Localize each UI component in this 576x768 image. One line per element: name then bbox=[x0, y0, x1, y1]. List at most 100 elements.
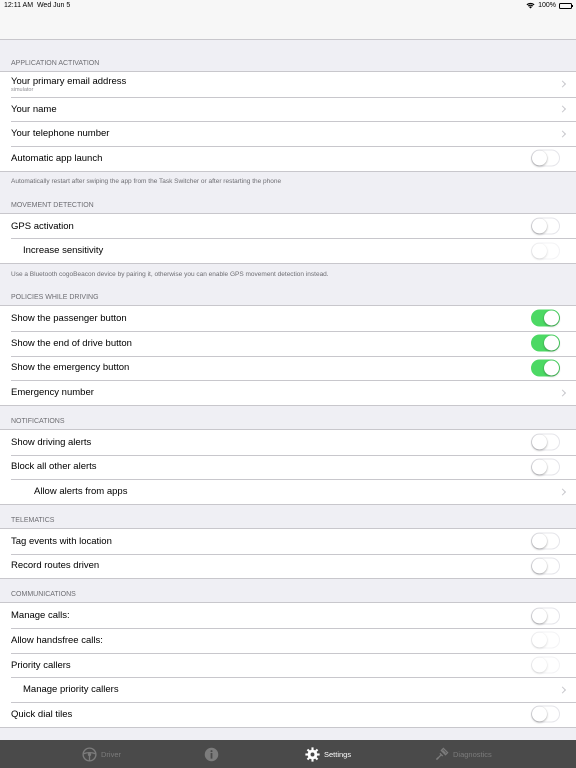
toggle-knob bbox=[532, 533, 547, 549]
row-label-wrap: Tag events with location bbox=[11, 536, 112, 547]
row-label: Block all other alerts bbox=[11, 461, 97, 473]
settings-row-your-name[interactable]: Your name bbox=[0, 96, 576, 122]
settings-row-priority-callers[interactable]: Priority callers bbox=[0, 652, 576, 678]
gear-icon bbox=[305, 746, 320, 762]
section-header: COMMUNICATIONS bbox=[11, 591, 76, 599]
toggle-knob bbox=[532, 657, 547, 673]
row-label: Show the emergency button bbox=[11, 362, 130, 374]
toggle-switch[interactable] bbox=[531, 631, 560, 649]
settings-list[interactable]: APPLICATION ACTIVATION Your primary email… bbox=[0, 40, 576, 740]
row-label: Your telephone number bbox=[11, 128, 110, 140]
toggle-knob bbox=[532, 706, 547, 722]
status-right: 100% bbox=[526, 2, 573, 9]
row-label-wrap: Block all other alerts bbox=[11, 461, 97, 472]
row-label-wrap: Record routes driven bbox=[11, 560, 99, 571]
section-header: MOVEMENT DETECTION bbox=[11, 201, 94, 209]
toggle-switch[interactable] bbox=[531, 433, 560, 451]
toggle-switch[interactable] bbox=[531, 309, 560, 327]
row-label: Emergency number bbox=[11, 387, 94, 399]
row-label: Show the end of drive button bbox=[11, 337, 132, 349]
settings-row-allow-handsfree-calls[interactable]: Allow handsfree calls: bbox=[0, 628, 576, 653]
row-label: Quick dial tiles bbox=[11, 708, 73, 720]
toggle-knob bbox=[544, 310, 559, 326]
settings-row-gps-activation[interactable]: GPS activation bbox=[0, 213, 576, 239]
toggle-switch[interactable] bbox=[531, 334, 560, 352]
settings-row-quick-dial-tiles[interactable]: Quick dial tiles bbox=[0, 702, 576, 727]
row-sublabel: simulator bbox=[11, 86, 34, 93]
tab-settings[interactable]: Settings bbox=[305, 740, 351, 768]
row-label-wrap: Show the passenger button bbox=[11, 313, 127, 324]
settings-row-automatic-app-launch[interactable]: Automatic app launch bbox=[0, 146, 576, 171]
row-label: Show the passenger button bbox=[11, 312, 127, 324]
section-header: TELEMATICS bbox=[11, 516, 55, 524]
toggle-switch[interactable] bbox=[531, 242, 560, 260]
toggle-switch[interactable] bbox=[531, 607, 560, 625]
tab-info[interactable] bbox=[204, 740, 219, 768]
toggle-switch[interactable] bbox=[531, 705, 560, 723]
settings-row-show-the-emergency-button[interactable]: Show the emergency button bbox=[0, 355, 576, 381]
settings-row-your-telephone-number[interactable]: Your telephone number bbox=[0, 121, 576, 147]
row-label: Increase sensitivity bbox=[23, 245, 104, 257]
toggle-knob bbox=[532, 558, 547, 574]
row-label-wrap: Show the end of drive button bbox=[11, 338, 132, 349]
settings-row-manage-calls[interactable]: Manage calls: bbox=[0, 603, 576, 628]
tab-diagnostics[interactable]: Diagnostics bbox=[435, 740, 492, 768]
settings-group: GPS activation Increase sensitivity bbox=[0, 212, 576, 265]
toggle-switch[interactable] bbox=[531, 359, 560, 377]
settings-group: Show the passenger button Show the end of… bbox=[0, 305, 576, 406]
row-label: Record routes driven bbox=[11, 560, 100, 572]
settings-group: Manage calls: Allow handsfree calls: Prior… bbox=[0, 602, 576, 728]
toggle-switch[interactable] bbox=[531, 532, 560, 550]
settings-row-manage-priority-callers[interactable]: Manage priority callers bbox=[0, 677, 576, 703]
diagnostics-icon bbox=[435, 747, 449, 761]
settings-row-show-the-passenger-button[interactable]: Show the passenger button bbox=[0, 306, 576, 331]
toggle-knob bbox=[532, 434, 547, 450]
row-label-wrap: Your primary email address simulator bbox=[11, 76, 126, 93]
settings-row-your-primary-email-address[interactable]: Your primary email address simulator bbox=[0, 72, 576, 97]
section-footer: Automatically restart after swiping the … bbox=[11, 178, 282, 186]
tab-driver[interactable]: Driver bbox=[82, 740, 121, 768]
settings-row-record-routes-driven[interactable]: Record routes driven bbox=[0, 553, 576, 579]
toggle-switch[interactable] bbox=[531, 557, 560, 575]
chevron-right-icon bbox=[558, 488, 567, 496]
status-date-text: Wed Jun 5 bbox=[36, 2, 71, 9]
settings-row-tag-events-with-location[interactable]: Tag events with location bbox=[0, 528, 576, 554]
tab-bar: Driver Settings Diagnostics bbox=[0, 740, 576, 768]
info-icon bbox=[204, 747, 219, 761]
settings-row-show-driving-alerts[interactable]: Show driving alerts bbox=[0, 429, 576, 455]
toggle-knob bbox=[532, 608, 547, 624]
section-header: APPLICATION ACTIVATION bbox=[11, 60, 100, 67]
toggle-switch[interactable] bbox=[531, 656, 560, 674]
row-label-wrap: Allow alerts from apps bbox=[34, 486, 127, 497]
settings-row-show-the-end-of-drive-button[interactable]: Show the end of drive button bbox=[0, 330, 576, 356]
settings-row-block-all-other-alerts[interactable]: Block all other alerts bbox=[0, 454, 576, 480]
row-label: Automatic app launch bbox=[11, 152, 103, 164]
row-label: Allow alerts from apps bbox=[34, 486, 128, 498]
section-header: POLICIES WHILE DRIVING bbox=[11, 294, 99, 302]
toggle-knob bbox=[532, 218, 547, 234]
row-label-wrap: GPS activation bbox=[11, 221, 74, 232]
tab-driver-label: Driver bbox=[101, 749, 121, 759]
toggle-knob bbox=[532, 243, 547, 259]
row-label-wrap: Show driving alerts bbox=[11, 437, 91, 448]
toggle-switch[interactable] bbox=[531, 149, 560, 167]
row-label: Manage priority callers bbox=[23, 684, 119, 696]
row-label-wrap: Manage calls: bbox=[11, 610, 70, 621]
status-bar: 12:11 AM Wed Jun 5 100% bbox=[0, 0, 576, 12]
row-label-wrap: Emergency number bbox=[11, 387, 94, 398]
row-label: Manage calls: bbox=[11, 610, 70, 622]
chevron-right-icon bbox=[558, 80, 567, 88]
wifi-icon bbox=[526, 2, 535, 9]
toggle-switch[interactable] bbox=[531, 458, 560, 476]
settings-row-emergency-number[interactable]: Emergency number bbox=[0, 380, 576, 405]
settings-group: Your primary email address simulator Your … bbox=[0, 71, 576, 172]
chevron-right-icon bbox=[558, 105, 567, 113]
chevron-right-icon bbox=[558, 686, 567, 694]
row-label: Allow handsfree calls: bbox=[11, 634, 103, 646]
battery-percent: 100% bbox=[538, 2, 556, 9]
toggle-switch[interactable] bbox=[531, 217, 560, 235]
toggle-knob bbox=[544, 360, 559, 376]
row-label-wrap: Priority callers bbox=[11, 660, 71, 671]
settings-row-increase-sensitivity[interactable]: Increase sensitivity bbox=[0, 238, 576, 264]
settings-row-allow-alerts-from-apps[interactable]: Allow alerts from apps bbox=[0, 479, 576, 504]
